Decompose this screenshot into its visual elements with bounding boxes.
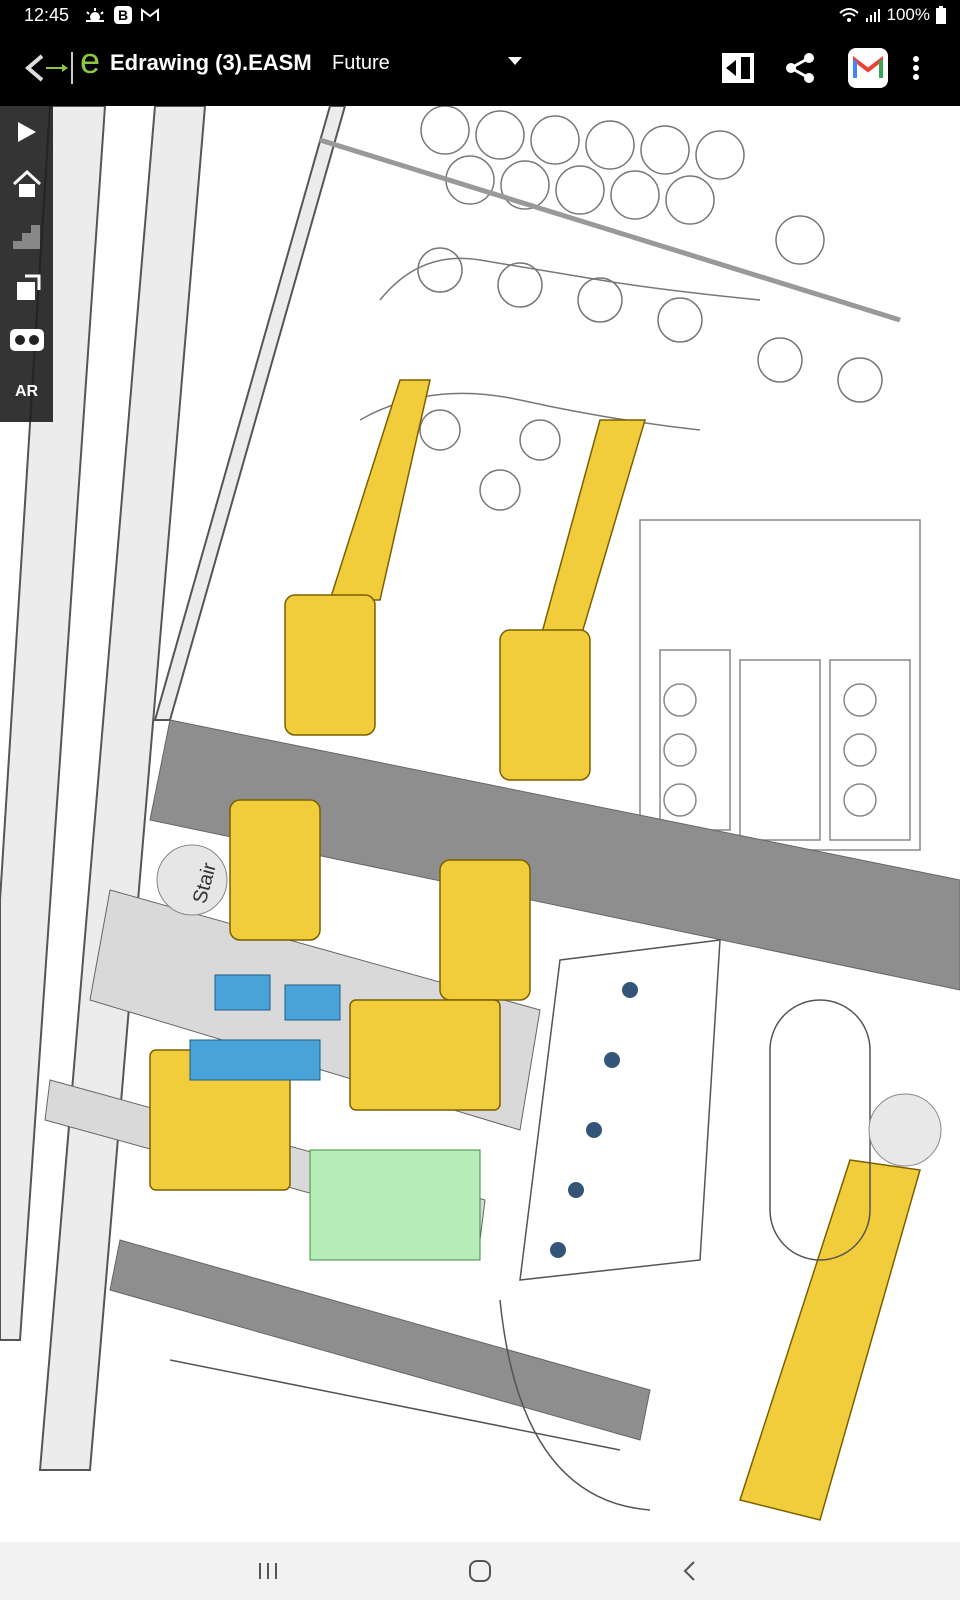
battery-percent: 100% bbox=[886, 5, 930, 24]
svg-text:B: B bbox=[118, 7, 128, 23]
share-icon bbox=[786, 53, 814, 83]
status-time: 12:45 bbox=[24, 5, 70, 25]
wifi-icon bbox=[838, 8, 859, 22]
play-button[interactable] bbox=[0, 106, 53, 158]
steps-button[interactable] bbox=[0, 210, 53, 262]
home-button[interactable] bbox=[450, 1550, 510, 1592]
app-bar: e Edrawing (3).EASM Future bbox=[0, 30, 960, 106]
exit-fullscreen-button[interactable] bbox=[710, 40, 766, 96]
gmail-button[interactable] bbox=[840, 40, 896, 96]
home-view-button[interactable] bbox=[0, 158, 53, 210]
home-icon bbox=[469, 1560, 491, 1582]
back-icon bbox=[683, 1561, 695, 1581]
views-button[interactable] bbox=[0, 262, 53, 314]
play-icon bbox=[17, 122, 36, 142]
left-toolbar: AR bbox=[0, 106, 53, 422]
vr-button[interactable] bbox=[0, 314, 53, 366]
more-vert-icon bbox=[913, 56, 919, 80]
battery-icon bbox=[936, 6, 946, 24]
document-title: Edrawing (3).EASM bbox=[110, 50, 312, 75]
exit-fullscreen-icon bbox=[722, 53, 754, 83]
cellular-signal-icon bbox=[865, 9, 880, 22]
steps-icon bbox=[12, 225, 40, 249]
system-navigation-bar bbox=[0, 1542, 960, 1600]
gmail-icon bbox=[848, 48, 888, 88]
gmail-notification-icon bbox=[141, 8, 159, 21]
back-button[interactable] bbox=[22, 48, 74, 88]
vr-icon bbox=[9, 329, 44, 351]
factory-layout-drawing: Stair bbox=[0, 106, 960, 1542]
configuration-selector[interactable]: Future bbox=[332, 52, 390, 75]
share-button[interactable] bbox=[772, 40, 828, 96]
back-arrow-icon bbox=[24, 52, 73, 84]
home-icon bbox=[12, 170, 41, 197]
ar-label: AR bbox=[14, 383, 39, 400]
views-icon bbox=[16, 274, 40, 300]
recent-apps-icon bbox=[259, 1563, 277, 1579]
edrawings-logo: e bbox=[80, 40, 101, 81]
model-viewport[interactable]: Stair bbox=[0, 106, 960, 1542]
tank bbox=[868, 1093, 942, 1167]
status-bar: 12:45 B 100% bbox=[0, 0, 960, 30]
chevron-down-icon[interactable] bbox=[508, 57, 522, 67]
recent-apps-button[interactable] bbox=[238, 1550, 298, 1592]
back-button[interactable] bbox=[660, 1550, 720, 1592]
more-options-button[interactable] bbox=[896, 40, 936, 96]
ar-button[interactable]: AR bbox=[0, 366, 53, 418]
green-equipment bbox=[309, 1149, 481, 1261]
weather-icon bbox=[86, 8, 104, 22]
b-app-icon: B bbox=[114, 6, 132, 24]
